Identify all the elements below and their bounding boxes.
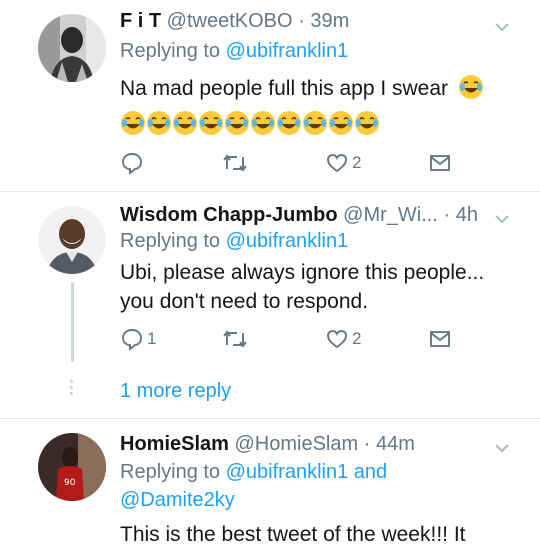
reply-icon xyxy=(122,153,142,175)
reply-count: 1 xyxy=(147,329,157,348)
laughing-emoji-icon xyxy=(458,74,484,100)
replying-prefix: Replying to xyxy=(120,40,221,62)
replying-prefix: Replying to xyxy=(120,461,221,483)
message-button[interactable] xyxy=(428,150,452,176)
like-count: 2 xyxy=(352,329,362,348)
timestamp[interactable]: 44m xyxy=(376,433,415,455)
message-button[interactable] xyxy=(428,326,452,352)
replying-to: Replying to @ubifranklin1 xyxy=(120,38,348,64)
thread-line xyxy=(71,282,74,362)
svg-text:90: 90 xyxy=(64,478,76,488)
reply-button[interactable]: 1 xyxy=(120,326,156,352)
avatar[interactable] xyxy=(38,206,106,274)
retweet-button[interactable] xyxy=(222,326,251,352)
more-replies-link[interactable]: 1 more reply xyxy=(120,378,231,404)
separator: · xyxy=(298,10,305,32)
display-name[interactable]: HomieSlam xyxy=(120,433,229,455)
laughing-emoji-icon xyxy=(328,110,354,136)
display-name[interactable]: F i T xyxy=(120,10,161,32)
mention-link[interactable]: @ubifranklin1 xyxy=(226,40,349,62)
laughing-emoji-icon xyxy=(120,110,146,136)
replying-to: Replying to @ubifranklin1 and xyxy=(120,459,387,485)
like-count: 2 xyxy=(352,153,362,172)
laughing-emoji-icon xyxy=(198,110,224,136)
tweet-header: HomieSlam @HomieSlam · 44m xyxy=(120,431,415,457)
mention-link[interactable]: @Damite2ky xyxy=(120,489,235,511)
user-handle[interactable]: @tweetKOBO xyxy=(167,10,293,32)
replying-to: Replying to @ubifranklin1 xyxy=(120,228,348,254)
timestamp[interactable]: 4h xyxy=(456,204,478,226)
envelope-icon xyxy=(430,155,450,171)
envelope-icon xyxy=(430,331,450,347)
user-handle[interactable]: @HomieSlam xyxy=(235,433,359,455)
laughing-emoji-icon xyxy=(354,110,380,136)
laughing-emoji-icon xyxy=(276,110,302,136)
mention-link[interactable]: @ubifranklin1 xyxy=(226,230,349,252)
tweet-text: Ubi, please always ignore this people...… xyxy=(120,258,484,316)
replying-to-line2: @Damite2ky xyxy=(120,487,235,513)
tweet-header: Wisdom Chapp-Jumbo @Mr_Wi... · 4h xyxy=(120,202,478,228)
laughing-emoji-icon xyxy=(224,110,250,136)
laughing-emoji-icon xyxy=(250,110,276,136)
emoji-row xyxy=(120,110,380,136)
timestamp[interactable]: 39m xyxy=(310,10,349,32)
tweet-2[interactable]: Wisdom Chapp-Jumbo @Mr_Wi... · 4h Replyi… xyxy=(0,192,540,418)
tweet-text-line: Na mad people full this app I swear xyxy=(120,77,449,100)
tweet-text: Na mad people full this app I swear xyxy=(120,74,484,103)
thread-dots xyxy=(70,380,74,398)
chevron-down-icon[interactable] xyxy=(493,18,511,36)
avatar[interactable] xyxy=(38,14,106,82)
retweet-button[interactable] xyxy=(222,150,251,176)
mention-link[interactable]: @ubifranklin1 xyxy=(226,461,349,483)
display-name[interactable]: Wisdom Chapp-Jumbo xyxy=(120,204,338,226)
tweet-actions: 1 2 xyxy=(120,326,460,352)
retweet-icon xyxy=(223,154,247,172)
tweet-text-line: This is the best tweet of the week!!! It xyxy=(120,523,466,546)
like-button[interactable]: 2 xyxy=(325,150,361,176)
chevron-down-icon[interactable] xyxy=(493,210,511,228)
laughing-emoji-icon xyxy=(146,110,172,136)
tweet-text-line: you don't need to respond. xyxy=(120,290,369,313)
replying-and: and xyxy=(353,461,388,483)
avatar[interactable]: 90 xyxy=(38,433,106,501)
chevron-down-icon[interactable] xyxy=(493,439,511,457)
laughing-emoji-icon xyxy=(172,110,198,136)
user-handle[interactable]: @Mr_Wi... xyxy=(343,204,438,226)
tweet-header: F i T @tweetKOBO · 39m xyxy=(120,8,349,34)
reply-icon xyxy=(122,329,142,351)
tweet-actions: 2 xyxy=(120,150,460,176)
laughing-emoji-icon xyxy=(302,110,328,136)
replying-prefix: Replying to xyxy=(120,230,221,252)
separator: · xyxy=(443,204,451,226)
heart-icon xyxy=(327,154,347,173)
reply-button[interactable] xyxy=(120,150,147,176)
tweet-text: This is the best tweet of the week!!! It xyxy=(120,520,466,549)
tweet-text-line: Ubi, please always ignore this people... xyxy=(120,261,485,284)
tweet-1[interactable]: F i T @tweetKOBO · 39m Replying to @ubif… xyxy=(0,0,540,190)
retweet-icon xyxy=(223,330,247,348)
tweet-3[interactable]: 90 HomieSlam @HomieSlam · 44m Replying t… xyxy=(0,419,540,550)
heart-icon xyxy=(327,330,347,349)
separator: · xyxy=(363,433,371,455)
like-button[interactable]: 2 xyxy=(325,326,361,352)
